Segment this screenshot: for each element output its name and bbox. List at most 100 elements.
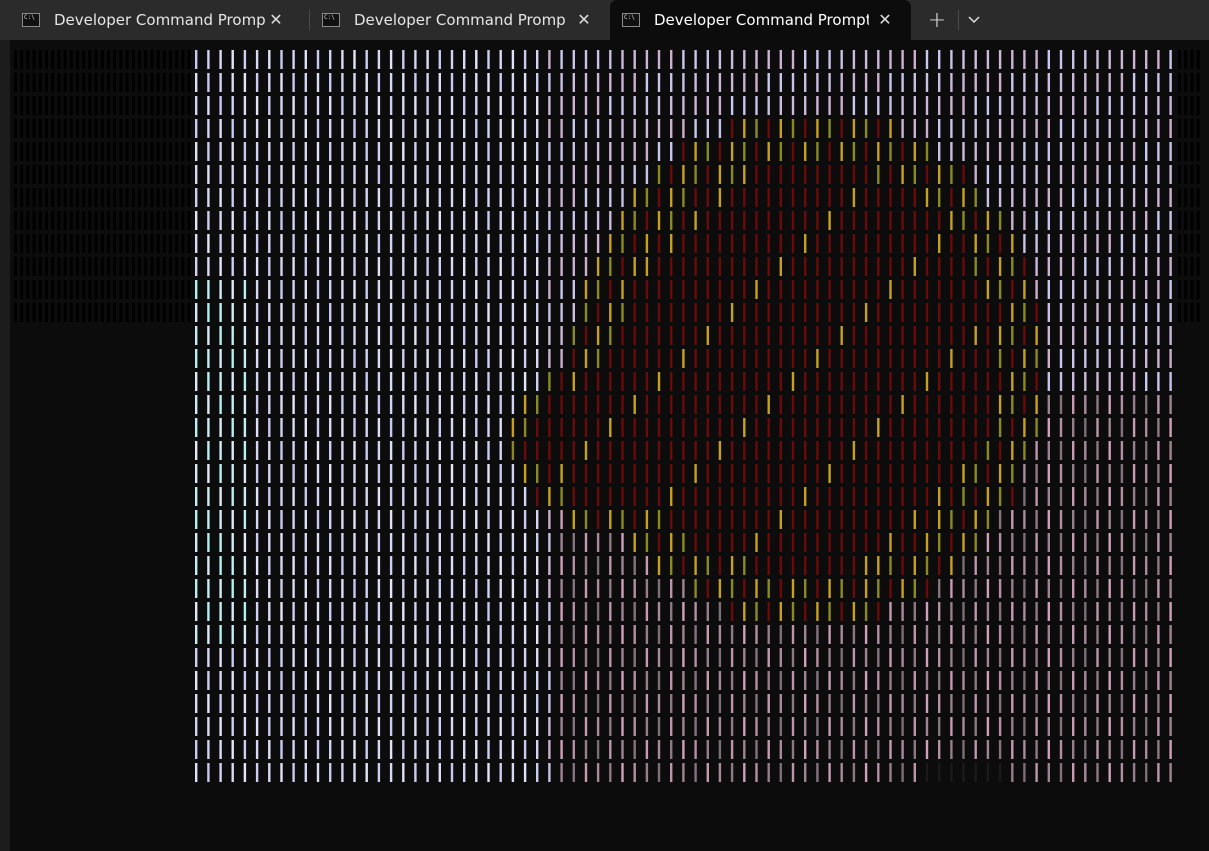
ascii-bar bbox=[621, 73, 624, 92]
ascii-bar bbox=[901, 671, 904, 690]
ascii-bar bbox=[840, 740, 843, 759]
tab-developer-command-prompt-2[interactable]: C:\ Developer Command Prompt f ✕ bbox=[310, 2, 610, 38]
ascii-bar bbox=[572, 257, 575, 276]
ascii-bar bbox=[426, 303, 429, 322]
ascii-bar bbox=[499, 326, 502, 345]
tab-dropdown-button[interactable] bbox=[960, 6, 988, 34]
ascii-bar bbox=[950, 165, 953, 184]
ascii-bar bbox=[1096, 625, 1099, 644]
ascii-bar bbox=[791, 50, 795, 69]
ascii-bar bbox=[828, 464, 831, 483]
ascii-bar bbox=[414, 487, 417, 506]
ascii-bar bbox=[1145, 73, 1148, 92]
ascii-bar bbox=[1120, 602, 1124, 621]
ascii-bar bbox=[645, 556, 649, 575]
tab-label: Developer Command Prompt f bbox=[54, 11, 266, 29]
close-icon[interactable]: ✕ bbox=[268, 12, 284, 28]
ascii-bar bbox=[572, 349, 575, 368]
ascii-bar bbox=[986, 50, 990, 69]
ascii-bar bbox=[1084, 349, 1087, 368]
ascii-bar bbox=[901, 234, 904, 253]
ascii-bar bbox=[1084, 533, 1087, 552]
close-icon[interactable]: ✕ bbox=[877, 12, 893, 28]
ascii-bar bbox=[779, 579, 782, 598]
ascii-bar bbox=[487, 556, 490, 575]
ascii-bar bbox=[389, 740, 393, 759]
ascii-bar bbox=[609, 326, 612, 345]
ascii-bar bbox=[414, 211, 417, 230]
ascii-bar bbox=[852, 119, 856, 138]
ascii-bar bbox=[779, 257, 782, 276]
ascii-bar bbox=[414, 165, 417, 184]
ascii-bar bbox=[913, 395, 916, 414]
ascii-bar bbox=[487, 372, 490, 391]
ascii-bar bbox=[268, 556, 271, 575]
terminal-viewport[interactable] bbox=[0, 40, 1209, 851]
ascii-bar bbox=[1169, 671, 1172, 690]
ascii-bar bbox=[487, 671, 490, 690]
ascii-bar bbox=[670, 487, 673, 506]
ascii-bar bbox=[243, 671, 247, 690]
close-icon[interactable]: ✕ bbox=[576, 12, 592, 28]
ascii-bar bbox=[487, 717, 490, 736]
ascii-bar bbox=[1059, 326, 1063, 345]
ascii-bar bbox=[402, 142, 405, 161]
ascii-bar bbox=[426, 349, 429, 368]
ascii-bar bbox=[195, 326, 198, 345]
ascii-bar bbox=[511, 50, 515, 69]
ascii-bar bbox=[596, 257, 600, 276]
ascii-bar bbox=[219, 671, 222, 690]
ascii-bar bbox=[341, 303, 344, 322]
ascii-bar bbox=[706, 464, 709, 483]
ascii-bar bbox=[779, 280, 782, 299]
ascii-bar bbox=[986, 740, 990, 759]
ascii-bar bbox=[670, 510, 673, 529]
ascii-bar bbox=[402, 579, 405, 598]
ascii-bar bbox=[487, 280, 490, 299]
ascii-bar bbox=[1023, 50, 1026, 69]
ascii-bar bbox=[292, 234, 295, 253]
ascii-bar bbox=[377, 50, 381, 69]
ascii-bar bbox=[243, 510, 247, 529]
ascii-bar bbox=[889, 395, 892, 414]
ascii-bar bbox=[389, 303, 393, 322]
ascii-bar bbox=[938, 418, 941, 437]
ascii-bar bbox=[633, 694, 636, 713]
ascii-bar bbox=[998, 165, 1002, 184]
new-tab-button[interactable]: + bbox=[922, 6, 952, 34]
ascii-bar bbox=[670, 142, 673, 161]
ascii-bar bbox=[925, 671, 929, 690]
ascii-bar bbox=[840, 280, 843, 299]
ascii-bar bbox=[560, 533, 563, 552]
ascii-bar bbox=[316, 280, 320, 299]
ascii-bar bbox=[974, 303, 977, 322]
ascii-bar bbox=[426, 280, 429, 299]
ascii-bar bbox=[1108, 717, 1111, 736]
ascii-bar bbox=[1072, 694, 1075, 713]
ascii-bar bbox=[280, 740, 283, 759]
ascii-bar bbox=[938, 119, 941, 138]
ascii-bar bbox=[901, 395, 904, 414]
tab-developer-command-prompt-active[interactable]: C:\ Developer Command Prompt ✕ bbox=[610, 0, 911, 40]
ascii-bar bbox=[864, 579, 868, 598]
ascii-bar bbox=[255, 211, 259, 230]
ascii-bar bbox=[1169, 96, 1172, 115]
ascii-bar bbox=[670, 50, 673, 69]
ascii-bar bbox=[219, 303, 222, 322]
ascii-bar bbox=[1132, 625, 1136, 644]
ascii-bar bbox=[304, 165, 307, 184]
ascii-bar bbox=[974, 142, 977, 161]
tab-developer-command-prompt-1[interactable]: C:\ Developer Command Prompt f ✕ bbox=[10, 2, 302, 38]
ascii-bar bbox=[523, 119, 527, 138]
ascii-bar bbox=[1047, 648, 1050, 667]
ascii-bar bbox=[389, 441, 393, 460]
ascii-bar bbox=[645, 441, 649, 460]
ascii-bar bbox=[377, 418, 381, 437]
ascii-bar bbox=[804, 763, 807, 782]
ascii-bar bbox=[499, 372, 502, 391]
ascii-bar bbox=[852, 234, 856, 253]
ascii-bar bbox=[962, 349, 965, 368]
ascii-bar bbox=[852, 717, 856, 736]
ascii-bar bbox=[1132, 418, 1136, 437]
ascii-bar bbox=[645, 188, 649, 207]
